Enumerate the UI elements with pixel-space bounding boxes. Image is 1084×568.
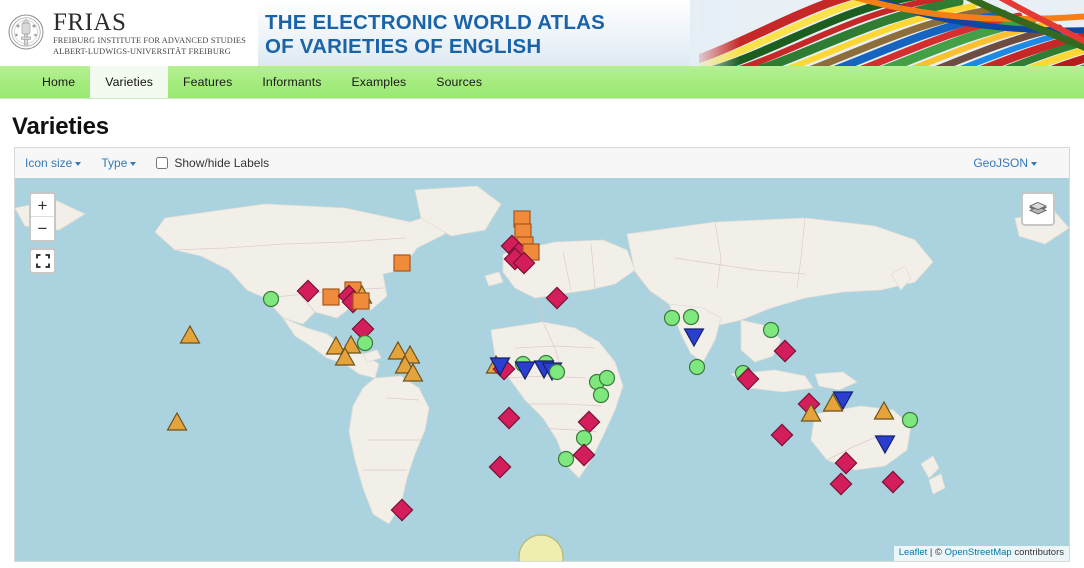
map-marker-triangle_up[interactable] — [873, 400, 895, 420]
icon-size-dropdown[interactable]: Icon size — [25, 156, 82, 170]
map-marker-diamond[interactable] — [296, 279, 320, 303]
map-marker-diamond[interactable] — [390, 498, 414, 522]
fullscreen-button[interactable] — [29, 248, 56, 274]
nav-item-features[interactable]: Features — [168, 66, 247, 98]
page-root: FRIAS FREIBURG INSTITUTE FOR ADVANCED ST… — [0, 0, 1084, 568]
nav-item-informants[interactable]: Informants — [247, 66, 336, 98]
map-marker-square[interactable] — [322, 288, 340, 306]
attrib-separator: | — [927, 547, 935, 559]
banner-fade — [690, 0, 740, 66]
map-attribution: Leaflet | © OpenStreetMap contributors — [893, 546, 1069, 561]
osm-link[interactable]: OpenStreetMap — [945, 547, 1012, 558]
type-label: Type — [101, 156, 128, 170]
map-marker-diamond[interactable] — [497, 406, 521, 430]
map-marker-diamond[interactable] — [881, 470, 905, 494]
map-marker-circle[interactable] — [663, 309, 681, 327]
map-marker-triangle_up[interactable] — [166, 411, 188, 431]
type-dropdown[interactable]: Type — [101, 156, 137, 170]
chevron-down-icon — [130, 161, 137, 166]
map-marker-square[interactable] — [352, 292, 370, 310]
zoom-in-button[interactable]: + — [31, 194, 54, 217]
map-marker-triangle_down[interactable] — [874, 435, 896, 455]
map-marker-diamond[interactable] — [577, 410, 601, 434]
map-marker-circle[interactable] — [762, 321, 780, 339]
brand-name: FRIAS — [53, 9, 127, 37]
site-masthead: FRIAS FREIBURG INSTITUTE FOR ADVANCED ST… — [0, 0, 1084, 66]
map-panel: Icon size Type Show/hide Labels GeoJSON — [14, 147, 1070, 562]
leaflet-map[interactable]: + − Leaflet | © OpenStreetMap contributo… — [15, 178, 1069, 561]
nav-item-home[interactable]: Home — [27, 66, 90, 98]
map-marker-square[interactable] — [393, 254, 411, 272]
map-marker-circle[interactable] — [592, 386, 610, 404]
map-marker-layer[interactable] — [15, 178, 1069, 561]
nav-item-varieties[interactable]: Varieties — [90, 66, 169, 98]
map-toolbar: Icon size Type Show/hide Labels GeoJSON — [15, 148, 1069, 178]
map-marker-circle[interactable] — [356, 334, 374, 352]
map-marker-circle[interactable] — [575, 429, 593, 447]
fullscreen-icon — [35, 254, 50, 268]
site-title-line1: THE ELECTRONIC WORLD ATLAS — [265, 11, 606, 34]
page-title: Varieties — [12, 113, 109, 140]
attrib-contributors: contributors — [1011, 547, 1064, 559]
map-marker-circle[interactable] — [598, 369, 616, 387]
layers-control-button[interactable] — [1021, 192, 1055, 226]
map-marker-diamond[interactable] — [545, 286, 569, 310]
map-marker-diamond[interactable] — [488, 455, 512, 479]
attrib-copyright: © — [935, 547, 945, 559]
show-hide-labels-control[interactable]: Show/hide Labels — [156, 156, 269, 170]
frias-university-seal-icon — [8, 14, 44, 50]
site-title: THE ELECTRONIC WORLD ATLAS OF VARIETIES … — [265, 11, 605, 59]
show-hide-labels-checkbox[interactable] — [156, 157, 169, 169]
banner-cables-image — [699, 0, 1084, 66]
map-marker-triangle_up[interactable] — [179, 324, 201, 344]
geojson-label: GeoJSON — [973, 156, 1028, 170]
map-marker-circle[interactable] — [682, 308, 700, 326]
map-zoom-control[interactable]: + − — [29, 192, 56, 242]
zoom-out-button[interactable]: − — [31, 217, 54, 240]
chevron-down-icon — [75, 161, 82, 166]
map-marker-triangle_down[interactable] — [683, 328, 705, 348]
chevron-down-icon — [1031, 161, 1037, 166]
site-title-line2: OF VARIETIES OF ENGLISH — [265, 35, 542, 59]
map-marker-diamond[interactable] — [572, 443, 596, 467]
map-marker-diamond[interactable] — [773, 339, 797, 363]
show-hide-labels-label[interactable]: Show/hide Labels — [174, 156, 269, 170]
layers-stack-icon — [1029, 201, 1047, 215]
map-marker-circle[interactable] — [901, 411, 919, 429]
map-marker-circle[interactable] — [262, 290, 280, 308]
brand-subtitle-institute: FREIBURG INSTITUTE FOR ADVANCED STUDIES — [53, 36, 246, 46]
map-marker-circle[interactable] — [557, 450, 575, 468]
brand-subtitle-university: ALBERT-LUDWIGS-UNIVERSITÄT FREIBURG — [53, 46, 231, 56]
icon-size-label: Icon size — [25, 156, 73, 170]
map-marker-circle[interactable] — [688, 358, 706, 376]
map-marker-circle[interactable] — [548, 363, 566, 381]
map-marker-circle_pale[interactable] — [518, 534, 564, 561]
geojson-dropdown[interactable]: GeoJSON — [973, 156, 1037, 170]
nav-item-sources[interactable]: Sources — [421, 66, 497, 98]
brand-block[interactable]: FRIAS FREIBURG INSTITUTE FOR ADVANCED ST… — [0, 0, 258, 66]
leaflet-link[interactable]: Leaflet — [899, 547, 928, 558]
map-marker-diamond[interactable] — [829, 472, 853, 496]
main-navigation: Home Varieties Features Informants Examp… — [0, 66, 1084, 99]
nav-item-examples[interactable]: Examples — [336, 66, 421, 98]
map-marker-diamond[interactable] — [834, 451, 858, 475]
map-marker-diamond[interactable] — [770, 423, 794, 447]
